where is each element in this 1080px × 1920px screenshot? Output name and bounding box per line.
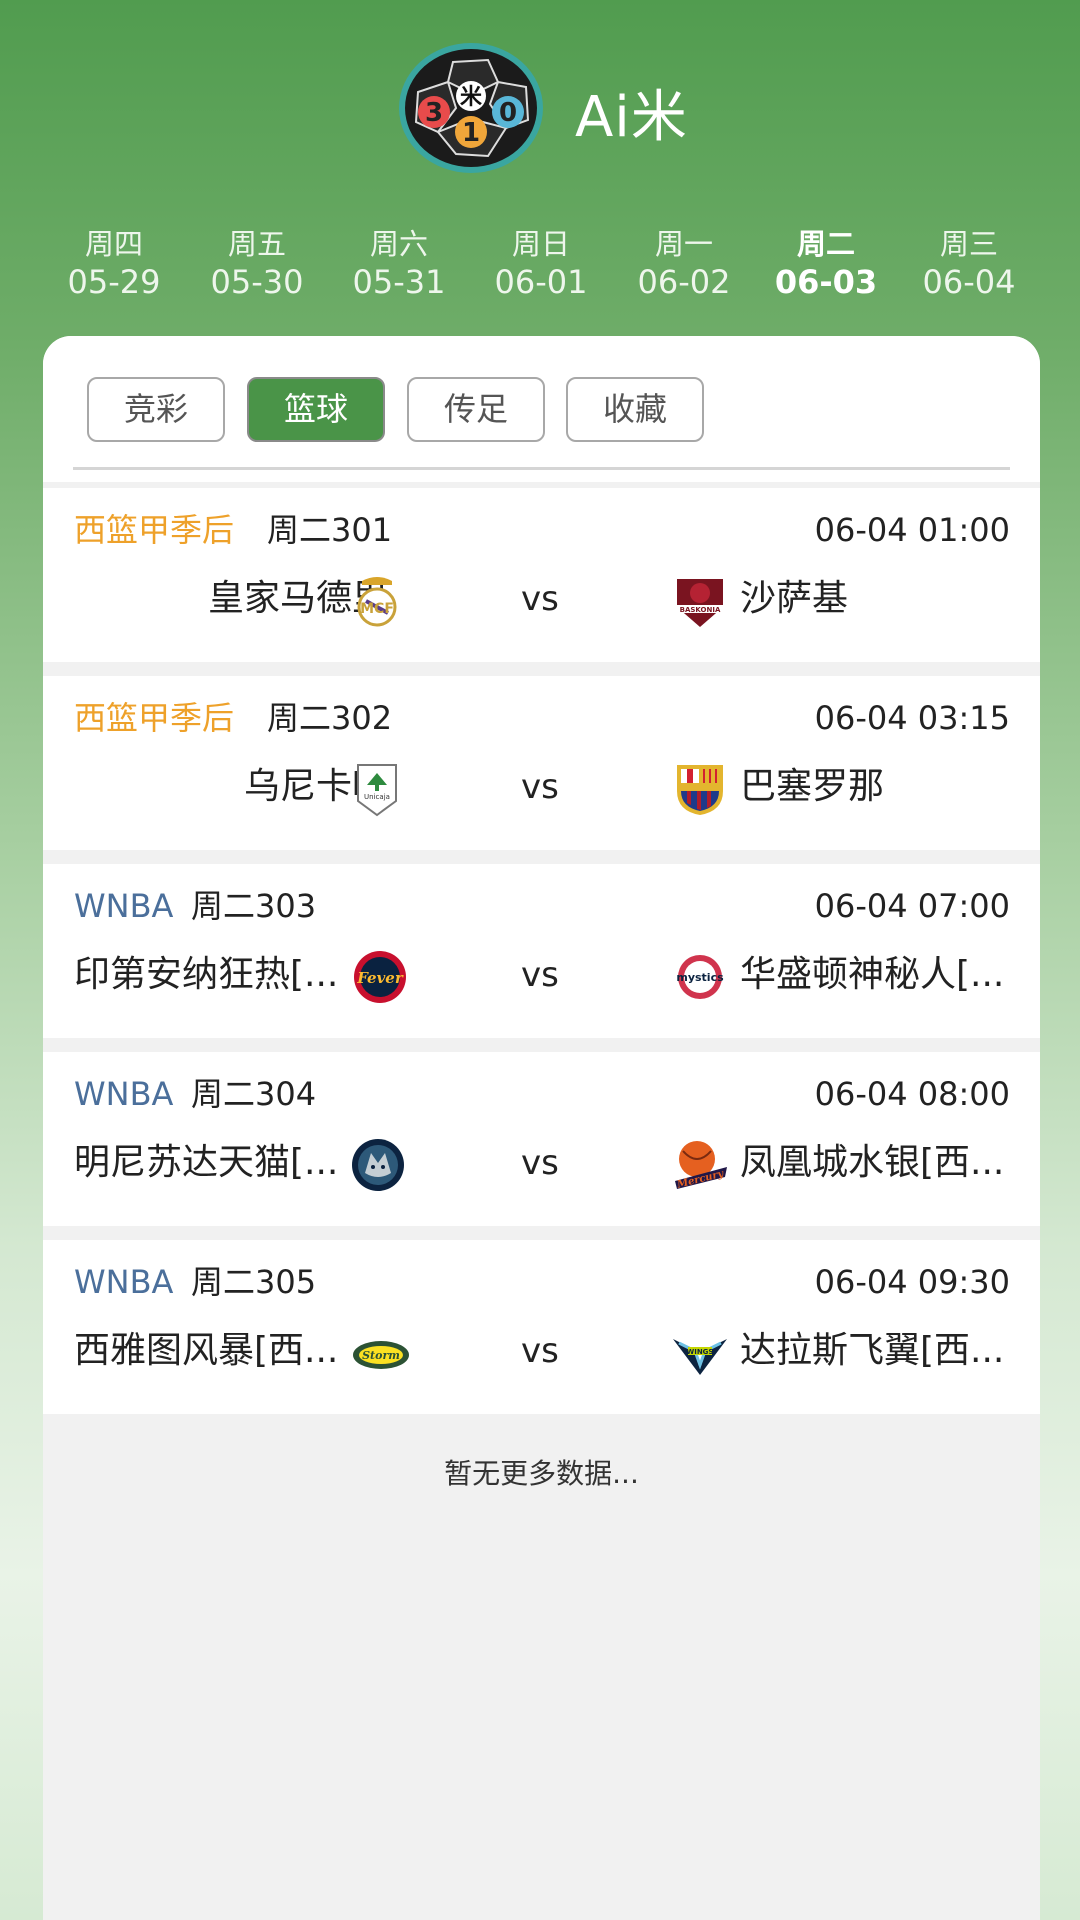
filter-favorites-button[interactable]: 收藏 — [566, 377, 704, 442]
date-tab-weekday: 周三 — [939, 227, 998, 261]
date-tab-date: 05-30 — [210, 263, 304, 301]
league-label: WNBA — [74, 1075, 174, 1113]
match-row[interactable]: WNBA 周二305 06-04 09:30 西雅图风暴[西... Storm … — [43, 1240, 1040, 1414]
date-tab-date: 06-01 — [494, 263, 588, 301]
vs-label: vs — [521, 1143, 559, 1183]
app-logo-icon: 米 3 1 0 — [399, 43, 543, 173]
league-label: 西篮甲季后 — [74, 699, 235, 737]
vs-label: vs — [521, 1331, 559, 1371]
svg-text:米: 米 — [460, 85, 483, 110]
svg-text:0: 0 — [499, 98, 517, 128]
away-team-name: 沙萨基 — [740, 578, 849, 619]
date-tab-tue-selected[interactable]: 周二 06-03 — [755, 226, 897, 302]
washington-mystics-logo-icon: mystics — [676, 955, 724, 999]
match-row[interactable]: 西篮甲季后 周二301 06-04 01:00 皇家马德里 MCF vs BAS… — [43, 488, 1040, 662]
match-code: 周二305 — [191, 1263, 317, 1301]
date-tab-sun[interactable]: 周日 06-01 — [470, 226, 612, 302]
vs-label: vs — [521, 955, 559, 995]
home-team-name: 西雅图风暴[西... — [74, 1330, 339, 1371]
away-team-name: 达拉斯飞翼[西... — [740, 1330, 1005, 1371]
match-time: 06-04 09:30 — [814, 1263, 1010, 1301]
date-tab-weekday: 周日 — [511, 227, 570, 261]
app-header: 米 3 1 0 Ai米 — [0, 0, 1080, 215]
match-code: 周二302 — [267, 699, 393, 737]
match-code: 周二304 — [191, 1075, 317, 1113]
date-tab-thu[interactable]: 周四 05-29 — [43, 226, 185, 302]
date-tab-weekday: 周四 — [84, 227, 143, 261]
date-tab-date: 05-31 — [352, 263, 446, 301]
league-label: WNBA — [74, 1263, 174, 1301]
date-tab-mon[interactable]: 周一 06-02 — [613, 226, 755, 302]
filter-jingcai-button[interactable]: 竞彩 — [87, 377, 225, 442]
date-tab-weekday: 周一 — [654, 227, 713, 261]
date-tab-date: 06-02 — [637, 263, 731, 301]
match-list-card: 竞彩 篮球 传足 收藏 西篮甲季后 周二301 06-04 01:00 皇家马德… — [43, 336, 1040, 1920]
fc-barcelona-crest-icon — [677, 765, 723, 815]
no-more-data-label: 暂无更多数据... — [444, 1457, 639, 1490]
date-tab-weekday: 周六 — [369, 227, 428, 261]
date-selector: 周四 05-29 周五 05-30 周六 05-31 周日 06-01 周一 0… — [0, 226, 1080, 306]
indiana-fever-logo-icon: Fever — [354, 951, 406, 1003]
svg-text:WINGS: WINGS — [687, 1348, 714, 1356]
date-tab-date: 06-03 — [774, 263, 878, 301]
away-team-name: 巴塞罗那 — [740, 766, 885, 807]
baskonia-crest-icon: BASKONIA — [677, 579, 723, 627]
home-team-name: 明尼苏达天猫[... — [74, 1142, 339, 1183]
match-time: 06-04 08:00 — [814, 1075, 1010, 1113]
date-tab-date: 05-29 — [67, 263, 161, 301]
unicaja-crest-icon: Unicaja — [357, 764, 397, 817]
filter-divider — [73, 467, 1010, 470]
svg-text:3: 3 — [425, 98, 443, 128]
svg-text:1: 1 — [462, 118, 480, 148]
away-team-name: 华盛顿神秘人[... — [740, 954, 1005, 995]
svg-text:mystics: mystics — [676, 971, 724, 984]
match-row[interactable]: 西篮甲季后 周二302 06-04 03:15 乌尼卡哈 Unicaja vs … — [43, 676, 1040, 850]
league-label: WNBA — [74, 887, 174, 925]
dallas-wings-logo-icon: WINGS — [673, 1339, 727, 1375]
minnesota-lynx-logo-icon — [352, 1139, 404, 1191]
date-tab-weekday: 周五 — [227, 227, 286, 261]
home-team-name: 印第安纳狂热[... — [74, 954, 339, 995]
app-title: Ai米 — [575, 85, 688, 150]
phoenix-mercury-logo-icon: Mercury — [675, 1141, 727, 1191]
match-time: 06-04 03:15 — [814, 699, 1010, 737]
match-code: 周二303 — [191, 887, 317, 925]
svg-text:Fever: Fever — [356, 969, 404, 987]
filter-chuanzu-button[interactable]: 传足 — [407, 377, 545, 442]
match-time: 06-04 07:00 — [814, 887, 1010, 925]
date-tab-fri[interactable]: 周五 05-30 — [186, 226, 328, 302]
svg-text:BASKONIA: BASKONIA — [680, 606, 721, 614]
match-time: 06-04 01:00 — [814, 511, 1010, 549]
match-row[interactable]: WNBA 周二304 06-04 08:00 明尼苏达天猫[... vs Mer… — [43, 1052, 1040, 1226]
svg-text:MCF: MCF — [360, 601, 394, 617]
filter-bar: 竞彩 篮球 传足 收藏 — [43, 336, 1040, 482]
date-tab-date: 06-04 — [922, 263, 1016, 301]
svg-text:Unicaja: Unicaja — [364, 793, 390, 801]
league-label: 西篮甲季后 — [74, 511, 235, 549]
vs-label: vs — [521, 579, 559, 619]
away-team-name: 凤凰城水银[西... — [740, 1142, 1005, 1183]
date-tab-wed[interactable]: 周三 06-04 — [898, 226, 1040, 302]
vs-label: vs — [521, 767, 559, 807]
seattle-storm-logo-icon: Storm — [353, 1341, 409, 1369]
date-tab-weekday: 周二 — [796, 227, 855, 261]
match-code: 周二301 — [267, 511, 393, 549]
filter-basketball-button[interactable]: 篮球 — [247, 377, 385, 442]
date-tab-sat[interactable]: 周六 05-31 — [328, 226, 470, 302]
svg-text:Storm: Storm — [362, 1349, 400, 1362]
match-row[interactable]: WNBA 周二303 06-04 07:00 印第安纳狂热[... Fever … — [43, 864, 1040, 1038]
real-madrid-crest-icon: MCF — [357, 577, 397, 627]
